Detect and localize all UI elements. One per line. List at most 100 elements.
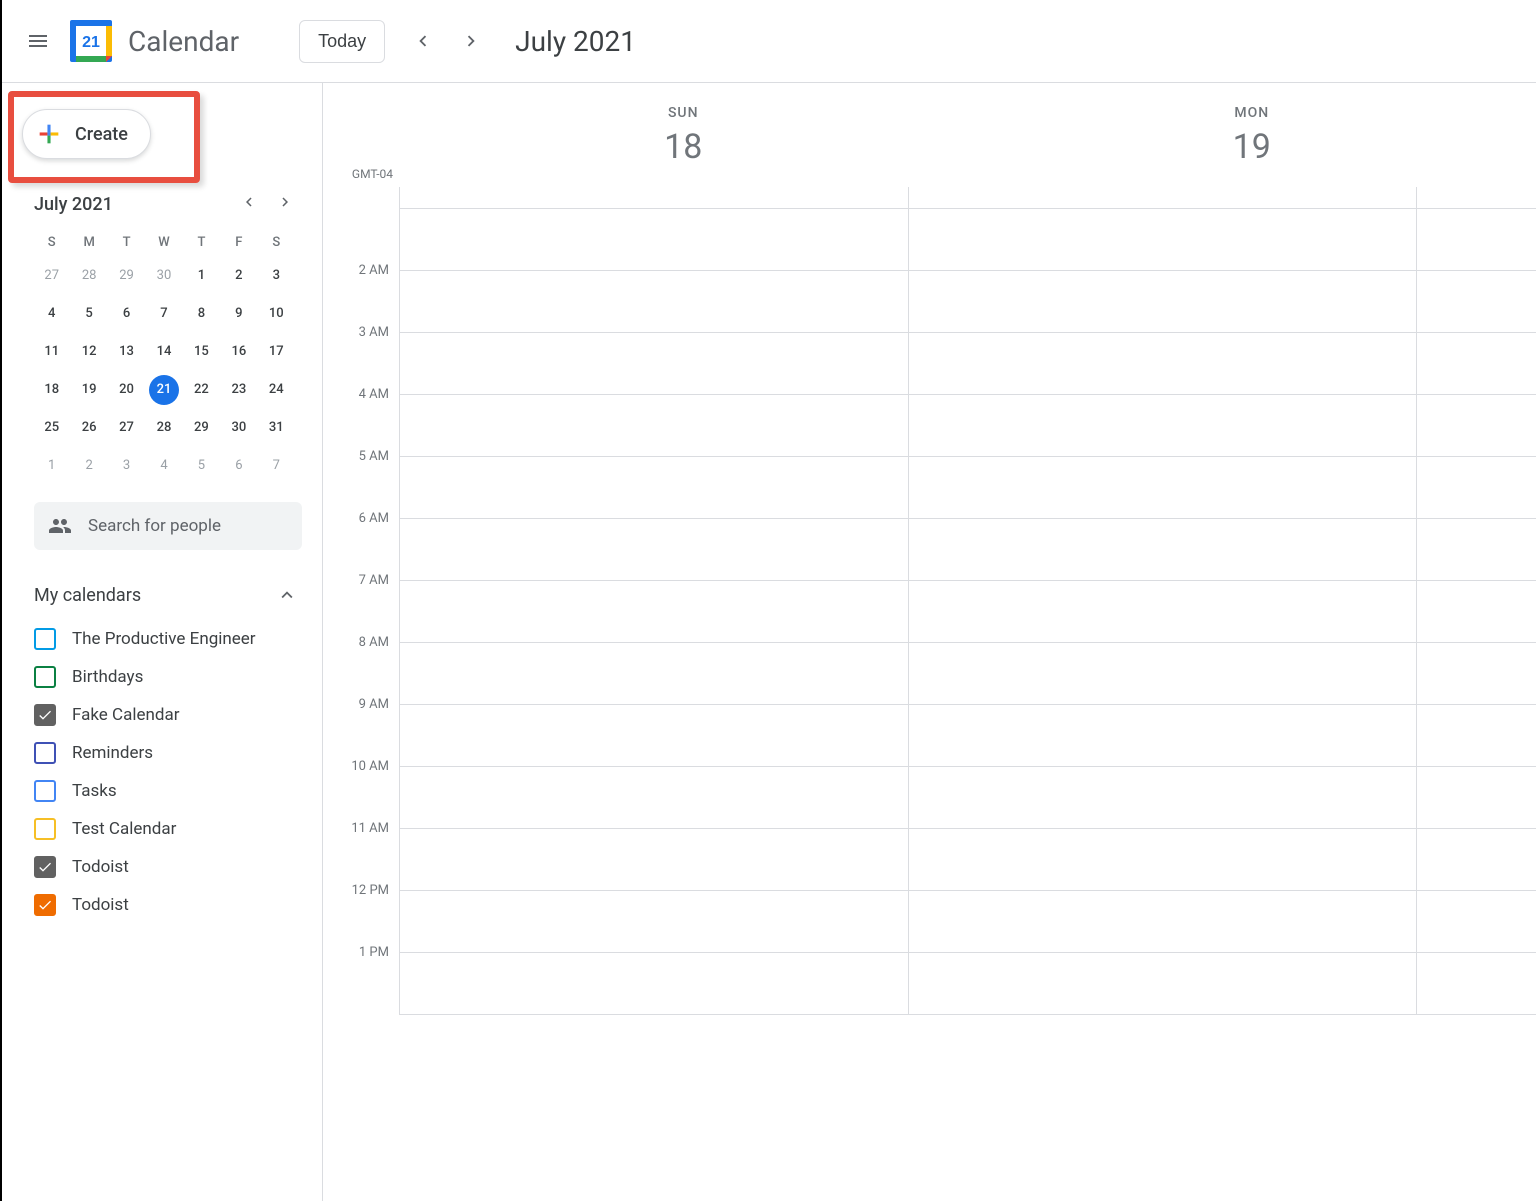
mini-day[interactable]: 18 — [37, 375, 67, 405]
mini-day[interactable]: 13 — [112, 337, 142, 367]
mini-day[interactable]: 8 — [186, 299, 216, 329]
hour-cell[interactable] — [400, 209, 908, 271]
hour-cell[interactable] — [909, 271, 1417, 333]
hour-cell[interactable] — [909, 519, 1417, 581]
mini-day[interactable]: 11 — [37, 337, 67, 367]
mini-day[interactable]: 7 — [149, 299, 179, 329]
mini-day[interactable]: 21 — [149, 375, 179, 405]
calendar-item[interactable]: The Productive Engineer — [34, 620, 298, 658]
hour-cell[interactable] — [909, 767, 1417, 829]
hour-cell[interactable] — [400, 333, 908, 395]
mini-day[interactable]: 16 — [224, 337, 254, 367]
mini-day[interactable]: 25 — [37, 413, 67, 443]
mini-day[interactable]: 1 — [186, 261, 216, 291]
check-icon — [37, 897, 53, 913]
calendar-item[interactable]: Todoist — [34, 848, 298, 886]
calendar-item[interactable]: Fake Calendar — [34, 696, 298, 734]
calendar-item[interactable]: Tasks — [34, 772, 298, 810]
calendar-item[interactable]: Test Calendar — [34, 810, 298, 848]
mini-day[interactable]: 28 — [149, 413, 179, 443]
hour-cell[interactable] — [400, 519, 908, 581]
hour-cell[interactable] — [909, 209, 1417, 271]
calendar-checkbox[interactable] — [34, 704, 56, 726]
mini-day[interactable]: 14 — [149, 337, 179, 367]
calendar-checkbox[interactable] — [34, 818, 56, 840]
hour-cell[interactable] — [400, 829, 908, 891]
mini-next-month-button[interactable] — [276, 193, 294, 215]
mini-day[interactable]: 19 — [74, 375, 104, 405]
mini-day[interactable]: 12 — [74, 337, 104, 367]
hour-cell[interactable] — [400, 705, 908, 767]
calendar-checkbox[interactable] — [34, 894, 56, 916]
mini-day[interactable]: 29 — [186, 413, 216, 443]
day-number: 19 — [968, 127, 1536, 167]
calendar-checkbox[interactable] — [34, 780, 56, 802]
hour-cell[interactable] — [400, 457, 908, 519]
mini-prev-month-button[interactable] — [240, 193, 258, 215]
mini-day[interactable]: 27 — [37, 261, 67, 291]
mini-day[interactable]: 17 — [261, 337, 291, 367]
prev-week-button[interactable] — [403, 21, 443, 61]
mini-day[interactable]: 15 — [186, 337, 216, 367]
mini-day[interactable]: 28 — [74, 261, 104, 291]
mini-day[interactable]: 23 — [224, 375, 254, 405]
calendar-checkbox[interactable] — [34, 666, 56, 688]
hour-cell[interactable] — [400, 271, 908, 333]
hour-cell[interactable] — [909, 395, 1417, 457]
mini-day[interactable]: 2 — [224, 261, 254, 291]
mini-day[interactable]: 30 — [149, 261, 179, 291]
hour-cell[interactable] — [909, 581, 1417, 643]
hour-cell[interactable] — [909, 829, 1417, 891]
day-column[interactable] — [399, 187, 908, 1015]
mini-day[interactable]: 31 — [261, 413, 291, 443]
mini-day[interactable]: 4 — [149, 451, 179, 481]
mini-day[interactable]: 22 — [186, 375, 216, 405]
calendar-item[interactable]: Reminders — [34, 734, 298, 772]
calendar-checkbox[interactable] — [34, 742, 56, 764]
mini-day[interactable]: 27 — [112, 413, 142, 443]
calendar-item[interactable]: Birthdays — [34, 658, 298, 696]
hamburger-menu-button[interactable] — [14, 17, 62, 65]
hour-cell[interactable] — [909, 333, 1417, 395]
mini-day[interactable]: 30 — [224, 413, 254, 443]
hour-cell[interactable] — [400, 643, 908, 705]
next-week-button[interactable] — [451, 21, 491, 61]
mini-day[interactable]: 4 — [37, 299, 67, 329]
hour-cell[interactable] — [400, 395, 908, 457]
mini-day[interactable]: 5 — [186, 451, 216, 481]
mini-day[interactable]: 20 — [112, 375, 142, 405]
mini-day[interactable]: 6 — [224, 451, 254, 481]
calendar-item[interactable]: Todoist — [34, 886, 298, 924]
hour-cell[interactable] — [909, 953, 1417, 1015]
mini-day[interactable]: 3 — [112, 451, 142, 481]
calendar-checkbox[interactable] — [34, 856, 56, 878]
day-header[interactable]: MON19 — [968, 83, 1536, 187]
hour-cell[interactable] — [400, 953, 908, 1015]
hour-cell[interactable] — [400, 767, 908, 829]
mini-day[interactable]: 29 — [112, 261, 142, 291]
mini-day[interactable]: 1 — [37, 451, 67, 481]
calendar-checkbox[interactable] — [34, 628, 56, 650]
time-grid[interactable]: 2 AM3 AM4 AM5 AM6 AM7 AM8 AM9 AM10 AM11 … — [323, 187, 1536, 1201]
mini-day[interactable]: 2 — [74, 451, 104, 481]
today-button[interactable]: Today — [299, 20, 385, 63]
mini-day[interactable]: 26 — [74, 413, 104, 443]
hour-cell[interactable] — [909, 457, 1417, 519]
search-people-input[interactable]: Search for people — [34, 502, 302, 550]
day-column[interactable] — [908, 187, 1417, 1015]
hour-cell[interactable] — [909, 705, 1417, 767]
mini-day[interactable]: 10 — [261, 299, 291, 329]
hour-cell[interactable] — [909, 891, 1417, 953]
mini-day[interactable]: 7 — [261, 451, 291, 481]
mini-day[interactable]: 9 — [224, 299, 254, 329]
mini-day[interactable]: 6 — [112, 299, 142, 329]
mini-day[interactable]: 24 — [261, 375, 291, 405]
hour-cell[interactable] — [400, 891, 908, 953]
my-calendars-toggle[interactable]: My calendars — [2, 584, 322, 606]
mini-day[interactable]: 5 — [74, 299, 104, 329]
mini-day[interactable]: 3 — [261, 261, 291, 291]
day-header[interactable]: SUN18 — [399, 83, 968, 187]
hour-cell[interactable] — [400, 581, 908, 643]
hour-cell[interactable] — [909, 643, 1417, 705]
create-button[interactable]: Create — [22, 109, 151, 159]
